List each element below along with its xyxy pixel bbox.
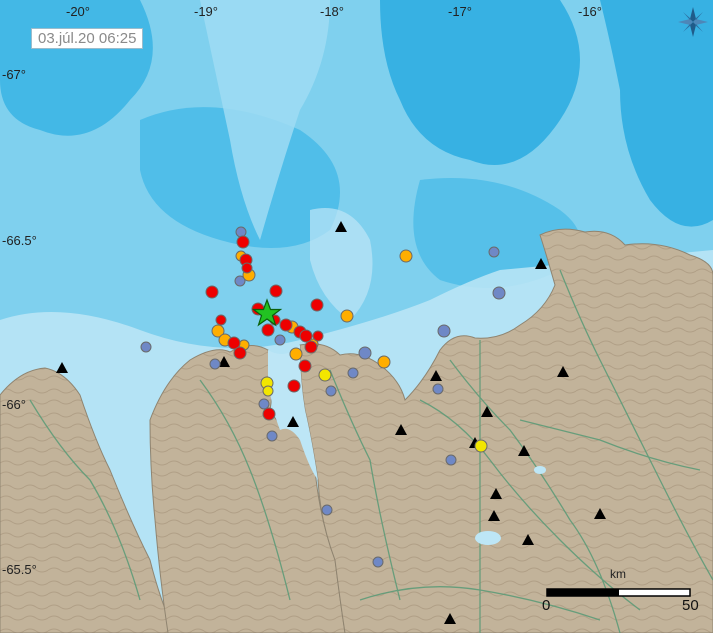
earthquake-marker[interactable] (241, 262, 253, 274)
earthquake-marker[interactable] (304, 340, 318, 354)
longitude-label: -18° (320, 4, 344, 19)
scale-bar (546, 588, 691, 597)
longitude-label: -17° (448, 4, 472, 19)
lake (534, 466, 546, 474)
latitude-label: -65.5° (2, 562, 37, 577)
earthquake-marker[interactable] (262, 385, 274, 397)
earthquake-marker[interactable] (266, 430, 278, 442)
latitude-label: -66° (2, 397, 26, 412)
latitude-label: -66.5° (2, 233, 37, 248)
earthquake-marker[interactable] (235, 226, 247, 238)
lake (475, 531, 501, 545)
earthquake-marker[interactable] (279, 318, 293, 332)
earthquake-marker[interactable] (340, 309, 354, 323)
earthquake-marker[interactable] (298, 359, 312, 373)
compass-rose-icon[interactable] (677, 6, 709, 43)
earthquake-marker[interactable] (377, 355, 391, 369)
earthquake-marker[interactable] (209, 358, 221, 370)
earthquake-marker[interactable] (140, 341, 152, 353)
earthquake-marker[interactable] (269, 284, 283, 298)
latitude-label: -67° (2, 67, 26, 82)
scale-end-label: 50 (682, 597, 699, 614)
earthquake-marker[interactable] (347, 367, 359, 379)
earthquake-marker[interactable] (262, 407, 276, 421)
earthquake-marker[interactable] (299, 329, 313, 343)
earthquake-marker[interactable] (289, 347, 303, 361)
earthquake-marker[interactable] (318, 368, 332, 382)
earthquake-marker[interactable] (445, 454, 457, 466)
basemap (0, 0, 713, 633)
earthquake-marker[interactable] (310, 298, 324, 312)
earthquake-marker[interactable] (492, 286, 506, 300)
timestamp-label: 03.júl.20 06:25 (31, 28, 144, 49)
earthquake-marker[interactable] (372, 556, 384, 568)
scale-start-label: 0 (542, 597, 551, 614)
longitude-label: -16° (578, 4, 602, 19)
earthquake-marker[interactable] (258, 398, 270, 410)
earthquake-marker[interactable] (287, 379, 301, 393)
earthquake-marker[interactable] (399, 249, 413, 263)
longitude-label: -20° (66, 4, 90, 19)
earthquake-marker[interactable] (432, 383, 444, 395)
earthquake-marker[interactable] (312, 330, 324, 342)
earthquake-marker[interactable] (261, 323, 275, 337)
earthquake-marker[interactable] (325, 385, 337, 397)
earthquake-marker[interactable] (236, 235, 250, 249)
longitude-label: -19° (194, 4, 218, 19)
earthquake-marker[interactable] (215, 314, 227, 326)
earthquake-marker[interactable] (274, 334, 286, 346)
earthquake-marker[interactable] (474, 439, 488, 453)
scale-unit-label: km (610, 567, 626, 581)
earthquake-marker[interactable] (233, 346, 247, 360)
earthquake-marker[interactable] (205, 285, 219, 299)
earthquake-marker[interactable] (321, 504, 333, 516)
earthquake-map[interactable]: -20° -19° -18° -17° -16° -67° -66.5° -66… (0, 0, 713, 633)
earthquake-marker[interactable] (488, 246, 500, 258)
earthquake-marker[interactable] (437, 324, 451, 338)
earthquake-marker[interactable] (358, 346, 372, 360)
